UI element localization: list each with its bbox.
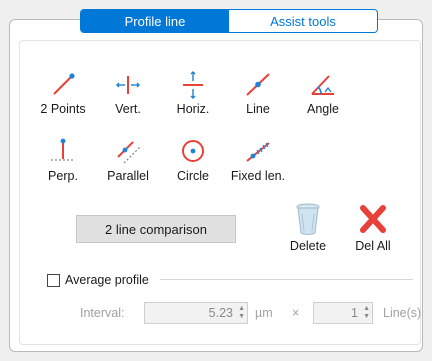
tool-vertical[interactable]: Vert. bbox=[93, 66, 163, 118]
fixed-length-icon bbox=[246, 142, 270, 162]
tool-label: Angle bbox=[307, 102, 339, 116]
tab-bar: Profile line Assist tools bbox=[80, 9, 378, 33]
delete-label: Delete bbox=[289, 239, 327, 253]
two-line-comparison-button[interactable]: 2 line comparison bbox=[76, 215, 236, 243]
horizontal-icon bbox=[183, 71, 203, 99]
tool-label: Vert. bbox=[115, 102, 141, 116]
delete-all-button[interactable]: Del All bbox=[343, 202, 403, 253]
tool-label: Horiz. bbox=[176, 102, 210, 116]
times-sign: × bbox=[292, 306, 300, 320]
tool-perpendicular[interactable]: Perp. bbox=[28, 133, 98, 185]
tool-circle[interactable]: Circle bbox=[158, 133, 228, 185]
tool-label: Parallel bbox=[107, 169, 149, 183]
interval-row: Interval: 5.23 ▲ ▼ µm × 1 ▲ ▼ Line(s) bbox=[0, 302, 432, 324]
tool-line[interactable]: Line bbox=[223, 66, 293, 118]
parallel-icon bbox=[117, 141, 141, 164]
tool-panel: 2 Points Vert. Horiz. Line Angle Perp. P… bbox=[19, 40, 421, 345]
tool-label: Line bbox=[246, 102, 270, 116]
interval-value: 5.23 bbox=[208, 306, 233, 320]
angle-icon bbox=[311, 75, 334, 95]
tool-two-points[interactable]: 2 Points bbox=[28, 66, 98, 118]
tool-angle[interactable]: Angle bbox=[288, 66, 358, 118]
tool-label: 2 Points bbox=[40, 102, 86, 116]
tool-label: Fixed len. bbox=[230, 169, 286, 183]
perpendicular-icon bbox=[51, 138, 75, 161]
tool-label: Circle bbox=[177, 169, 209, 183]
interval-unit: µm bbox=[255, 306, 273, 320]
average-profile-row: Average profile bbox=[47, 273, 149, 287]
average-profile-checkbox[interactable] bbox=[47, 273, 60, 287]
vertical-icon bbox=[116, 76, 140, 94]
trash-bin-icon bbox=[296, 203, 320, 235]
delete-all-label: Del All bbox=[355, 239, 391, 253]
lines-unit: Line(s) bbox=[383, 306, 422, 320]
circle-icon bbox=[182, 140, 204, 162]
tool-fixed-length[interactable]: Fixed len. bbox=[223, 133, 293, 185]
interval-spinbox[interactable]: 5.23 ▲ ▼ bbox=[144, 302, 248, 324]
lines-spin-arrows[interactable]: ▲ ▼ bbox=[363, 305, 370, 321]
section-divider bbox=[160, 279, 413, 280]
interval-label: Interval: bbox=[80, 306, 125, 320]
tool-label: Perp. bbox=[48, 169, 78, 183]
tab-assist-tools[interactable]: Assist tools bbox=[229, 10, 377, 32]
tab-profile-line[interactable]: Profile line bbox=[81, 10, 229, 32]
tool-parallel[interactable]: Parallel bbox=[93, 133, 163, 185]
lines-value: 1 bbox=[351, 306, 358, 320]
lines-spinbox[interactable]: 1 ▲ ▼ bbox=[313, 302, 373, 324]
interval-spin-arrows[interactable]: ▲ ▼ bbox=[238, 305, 245, 321]
tool-horizontal[interactable]: Horiz. bbox=[158, 66, 228, 118]
two-points-icon bbox=[53, 73, 75, 95]
close-x-icon bbox=[360, 205, 386, 233]
delete-button[interactable]: Delete bbox=[278, 202, 338, 253]
line-icon bbox=[246, 73, 270, 96]
average-profile-label: Average profile bbox=[65, 273, 149, 287]
